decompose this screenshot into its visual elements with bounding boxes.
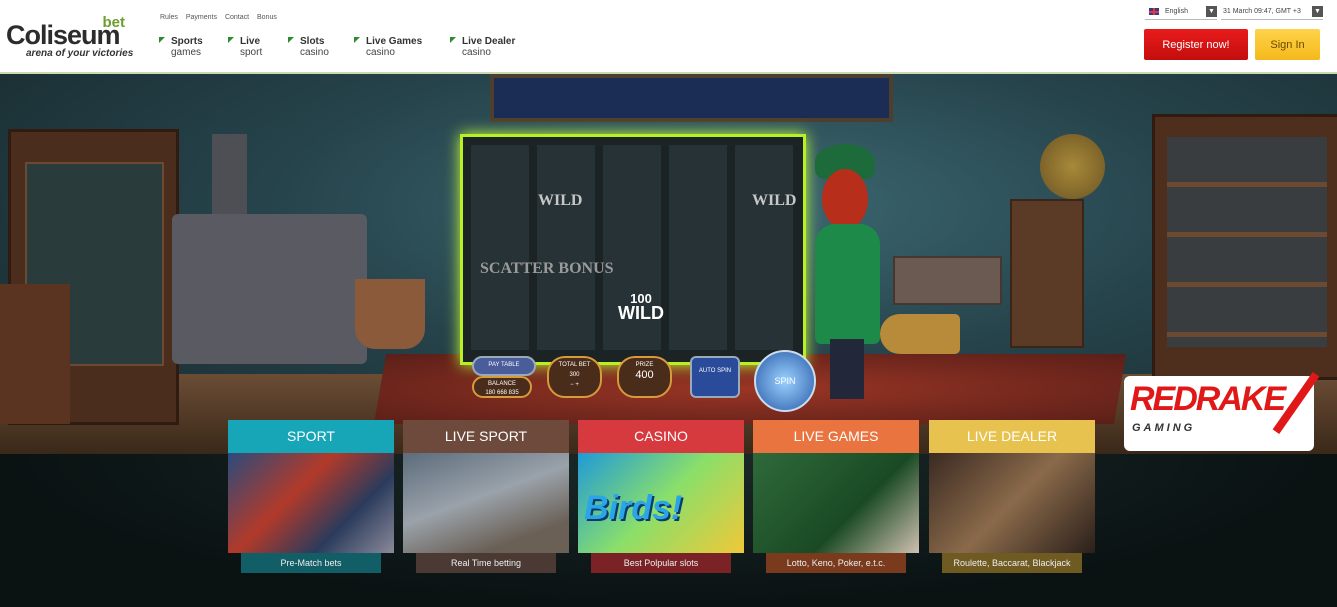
tile-caption: Roulette, Baccarat, Blackjack — [942, 553, 1082, 573]
nav-live-games-casino[interactable]: Live Games casino — [354, 36, 422, 58]
auto-spin-button: AUTO SPIN — [690, 356, 740, 398]
sport-athletes-image — [228, 453, 394, 553]
nav-sub-label: casino — [462, 47, 491, 58]
right-cabinet — [1152, 114, 1337, 380]
tile-title: LIVE DEALER — [929, 420, 1095, 453]
link-rules[interactable]: Rules — [160, 14, 178, 21]
provider-name: REDRAKE — [1130, 380, 1286, 418]
wild-symbol: WILD — [538, 192, 583, 209]
reel — [537, 145, 595, 350]
register-button[interactable]: Register now! — [1144, 29, 1248, 60]
tile-caption: Real Time betting — [416, 553, 556, 573]
spin-button: SPIN — [754, 350, 816, 412]
link-bonus[interactable]: Bonus — [257, 14, 277, 21]
logo-name-text: Coliseum — [6, 20, 121, 50]
left-drawer — [0, 284, 70, 424]
wild-symbol: WILD — [752, 192, 797, 209]
gramophone — [1010, 134, 1105, 348]
tile-caption: Lotto, Keno, Poker, e.t.c. — [766, 553, 906, 573]
gramophone-cabinet — [1010, 199, 1084, 348]
datetime-select[interactable]: 31 March 09:47, GMT +3 ▼ — [1221, 6, 1323, 20]
iron-stove — [172, 134, 367, 364]
nav-main-label: Live Games — [366, 36, 423, 47]
witch-hair — [822, 169, 868, 229]
balance-display: BALANCE 180 668 835 — [472, 376, 532, 398]
nav-sports-games[interactable]: Sports games — [159, 36, 203, 58]
night-window — [490, 74, 893, 122]
tile-title: LIVE GAMES — [753, 420, 919, 453]
tile-title: LIVE SPORT — [403, 420, 569, 453]
datetime-value: 31 March 09:47, GMT +3 — [1223, 8, 1301, 15]
birds-slot-image: Birds! — [578, 453, 744, 553]
slot-controls: PAY TABLE BALANCE 180 668 835 TOTAL BET … — [462, 350, 817, 416]
cauldron — [355, 279, 425, 349]
link-contact[interactable]: Contact — [225, 14, 249, 21]
green-flag-icon — [288, 37, 294, 43]
tile-live-dealer[interactable]: LIVE DEALER Roulette, Baccarat, Blackjac… — [929, 420, 1095, 573]
reel — [669, 145, 727, 350]
nav-live-sport[interactable]: Live sport — [228, 36, 262, 58]
bet-stepper-icons: − + — [570, 382, 579, 388]
paytable-button: PAY TABLE — [472, 356, 536, 376]
tile-title: CASINO — [578, 420, 744, 453]
total-bet-value: 300 — [569, 372, 580, 378]
tile-live-games[interactable]: LIVE GAMES Lotto, Keno, Poker, e.t.c. — [753, 420, 919, 573]
slot-reels — [460, 134, 806, 365]
total-bet-label: TOTAL BET — [558, 362, 591, 368]
provider-sub: GAMING — [1132, 422, 1196, 434]
tile-title: SPORT — [228, 420, 394, 453]
suitcase — [893, 256, 1002, 305]
live-games-host-image — [753, 453, 919, 553]
green-flag-icon — [450, 37, 456, 43]
nav-main-label: Live Dealer — [462, 36, 516, 47]
balance-label: BALANCE — [487, 381, 516, 387]
language-value: English — [1165, 8, 1188, 15]
reel — [471, 145, 529, 350]
nav-slots-casino[interactable]: Slots casino — [288, 36, 329, 58]
tile-live-sport[interactable]: LIVE SPORT Real Time betting — [403, 420, 569, 573]
green-flag-icon — [228, 37, 234, 43]
top-links: Rules Payments Contact Bonus — [160, 14, 283, 21]
site-header: bet Coliseum arena of your victories Rul… — [0, 0, 1337, 74]
language-select[interactable]: English ▼ — [1145, 6, 1217, 20]
nav-main-label: Sports — [171, 36, 203, 47]
chevron-down-icon[interactable]: ▼ — [1312, 6, 1323, 17]
chevron-down-icon[interactable]: ▼ — [1206, 6, 1217, 17]
nav-sub-label: sport — [240, 47, 263, 58]
uk-flag-icon — [1149, 8, 1159, 15]
broom — [880, 314, 960, 354]
nav-sub-label: casino — [300, 47, 329, 58]
tile-caption: Best Polpular slots — [591, 553, 731, 573]
prize-value: 400 — [635, 369, 654, 381]
witch-legs — [830, 339, 864, 399]
total-bet-display: TOTAL BET 300 − + — [547, 356, 602, 398]
witch-dress — [815, 224, 880, 344]
nav-sub-label: games — [171, 47, 202, 58]
hero-banner[interactable]: WILD WILD SCATTER BONUS 100 WILD PAY TAB… — [0, 74, 1337, 454]
runner-cheetah-image — [403, 453, 569, 553]
nav-live-dealer-casino[interactable]: Live Dealer casino — [450, 36, 515, 58]
big-wild-label: WILD — [618, 303, 664, 323]
scatter-bonus-symbol: SCATTER BONUS — [480, 260, 614, 277]
green-flag-icon — [159, 37, 165, 43]
green-flag-icon — [354, 37, 360, 43]
birds-logo-text: Birds! — [584, 489, 683, 527]
link-payments[interactable]: Payments — [186, 14, 217, 21]
gramophone-horn — [1040, 134, 1105, 199]
tile-caption: Pre-Match bets — [241, 553, 381, 573]
sign-in-button[interactable]: Sign In — [1255, 29, 1320, 60]
tile-casino[interactable]: CASINO Birds! Best Polpular slots — [578, 420, 744, 573]
big-wild-symbol: 100 WILD — [608, 292, 674, 323]
balance-value: 180 668 835 — [485, 390, 519, 396]
coliseum-logo[interactable]: bet Coliseum arena of your victories — [6, 14, 134, 60]
prize-display: PRIZE 400 — [617, 356, 672, 398]
nav-main-label: Slots — [300, 36, 325, 47]
tile-sport[interactable]: SPORT Pre-Match bets — [228, 420, 394, 573]
live-dealer-image — [929, 453, 1095, 553]
red-rake-gaming-logo: REDRAKE GAMING — [1124, 372, 1320, 451]
nav-sub-label: casino — [366, 47, 395, 58]
reel — [735, 145, 793, 350]
logo-tagline: arena of your victories — [26, 48, 134, 59]
